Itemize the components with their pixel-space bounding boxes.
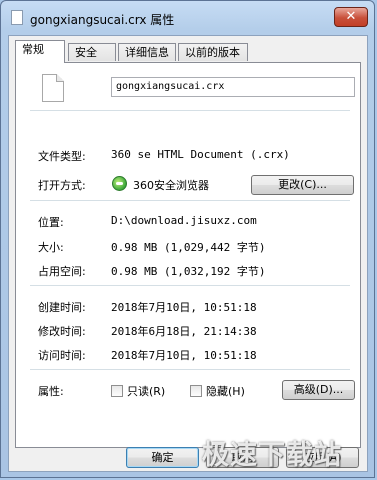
- tab-general[interactable]: 常规: [15, 40, 65, 63]
- dialog-client-area: 常规 安全 详细信息 以前的版本 gongxiangsucai.crx 文件类型…: [8, 35, 368, 472]
- window-title: gongxiangsucai.crx 属性: [30, 13, 175, 27]
- modified-value: 2018年6月18日, 21:14:38: [111, 325, 257, 338]
- divider: [30, 369, 350, 370]
- tab-security[interactable]: 安全: [68, 43, 116, 61]
- attributes-label: 属性:: [38, 385, 64, 398]
- accessed-value: 2018年7月10日, 10:51:18: [111, 349, 257, 362]
- created-value: 2018年7月10日, 10:51:18: [111, 301, 257, 314]
- ok-button[interactable]: 确定: [126, 447, 199, 468]
- size-on-disk-value: 0.98 MB (1,032,192 字节): [111, 265, 266, 278]
- location-label: 位置:: [38, 216, 64, 229]
- change-button[interactable]: 更改(C)...: [251, 175, 354, 195]
- location-value: D:\download.jisuxz.com: [111, 214, 257, 227]
- divider: [30, 285, 350, 286]
- site-watermark: 极速下载站: [202, 440, 342, 471]
- advanced-button[interactable]: 高级(D)...: [282, 380, 355, 400]
- document-icon: [42, 74, 64, 102]
- file-icon: [11, 10, 23, 25]
- file-type-label: 文件类型:: [38, 150, 86, 163]
- readonly-label[interactable]: 只读(R): [127, 383, 165, 399]
- readonly-checkbox[interactable]: [111, 385, 123, 397]
- size-label: 大小:: [38, 241, 64, 254]
- accessed-label: 访问时间:: [38, 349, 86, 362]
- close-button[interactable]: ✕: [334, 7, 368, 27]
- hidden-label[interactable]: 隐藏(H): [206, 383, 245, 399]
- close-icon: ✕: [345, 9, 357, 24]
- title-bar[interactable]: gongxiangsucai.crx 属性 ✕: [1, 1, 374, 35]
- open-with-label: 打开方式:: [38, 179, 86, 192]
- created-label: 创建时间:: [38, 301, 86, 314]
- tab-details[interactable]: 详细信息: [118, 43, 176, 61]
- file-name-field[interactable]: gongxiangsucai.crx: [111, 77, 355, 97]
- tab-previous-versions[interactable]: 以前的版本: [178, 43, 248, 61]
- file-type-value: 360 se HTML Document (.crx): [111, 148, 290, 161]
- open-with-value: 360安全浏览器: [133, 179, 209, 192]
- size-value: 0.98 MB (1,029,442 字节): [111, 241, 266, 254]
- divider: [30, 110, 350, 111]
- properties-window: gongxiangsucai.crx 属性 ✕ 常规 安全 详细信息 以前的版本…: [0, 0, 375, 478]
- hidden-checkbox[interactable]: [190, 385, 202, 397]
- general-tab-panel: gongxiangsucai.crx 文件类型: 360 se HTML Doc…: [15, 62, 361, 448]
- size-on-disk-label: 占用空间:: [38, 265, 86, 278]
- modified-label: 修改时间:: [38, 325, 86, 338]
- 360-browser-icon: [112, 176, 127, 191]
- divider: [30, 200, 350, 201]
